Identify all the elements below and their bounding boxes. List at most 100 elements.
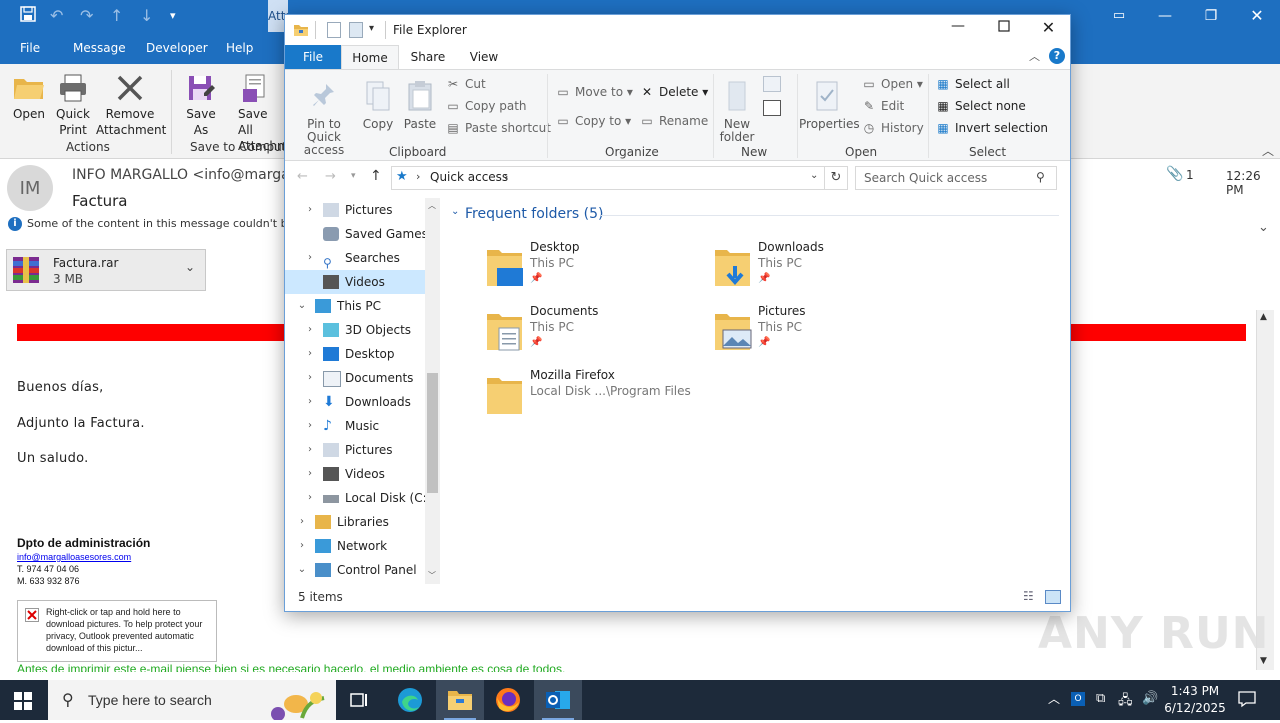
expand-chevron-icon[interactable]: › bbox=[295, 534, 309, 558]
help-icon[interactable]: ? bbox=[1049, 48, 1065, 64]
address-dropdown-icon[interactable]: ⌄ bbox=[810, 170, 818, 181]
task-view-icon[interactable] bbox=[336, 680, 384, 720]
tree-item-searches[interactable]: › ⚲ Searches bbox=[285, 246, 425, 270]
section-title[interactable]: Frequent folders (5) bbox=[465, 206, 604, 222]
tab-file[interactable]: File bbox=[20, 41, 40, 55]
expand-chevron-icon[interactable]: › bbox=[303, 486, 317, 510]
up-icon[interactable]: ↑ bbox=[110, 6, 123, 25]
tab-message[interactable]: Message bbox=[73, 41, 126, 55]
collapse-ribbon-icon[interactable]: ︿ bbox=[1029, 48, 1040, 64]
file-explorer-taskbar-icon[interactable] bbox=[436, 680, 484, 720]
tray-app-icon[interactable]: ⧉ bbox=[1096, 691, 1105, 706]
tree-item-pictures[interactable]: › Pictures bbox=[285, 198, 425, 222]
tree-item-music[interactable]: › ♪ Music bbox=[285, 414, 425, 438]
maximize-button[interactable] bbox=[981, 20, 1027, 44]
new-item-icon[interactable] bbox=[763, 76, 781, 92]
tree-item-videos[interactable]: Videos bbox=[285, 270, 425, 294]
move-to-button[interactable]: ▭ Move to ▾ bbox=[555, 82, 633, 102]
expand-chevron-icon[interactable]: › bbox=[303, 198, 317, 222]
signature-email-link[interactable]: info@margalloasesores.com bbox=[17, 552, 131, 562]
tree-item-libraries[interactable]: › Libraries bbox=[285, 510, 425, 534]
redo-icon[interactable]: ↷ bbox=[80, 6, 93, 25]
blocked-image-placeholder[interactable]: Right-click or tap and hold here to down… bbox=[17, 600, 217, 662]
ribbon-display-icon[interactable]: ▭ bbox=[1096, 0, 1142, 32]
open-button[interactable]: ▭ Open ▾ bbox=[861, 74, 923, 94]
folder-desktop[interactable]: Desktop This PC 📌 bbox=[485, 240, 695, 298]
tree-item-desktop[interactable]: › Desktop bbox=[285, 342, 425, 366]
notifications-icon[interactable] bbox=[1238, 690, 1256, 711]
tree-item-documents[interactable]: › Documents bbox=[285, 366, 425, 390]
expand-chevron-icon[interactable]: › bbox=[303, 390, 317, 414]
open-button[interactable]: Open bbox=[8, 70, 50, 122]
attachment-dropdown-icon[interactable]: ⌄ bbox=[185, 260, 195, 274]
collapse-chevron-icon[interactable]: ⌄ bbox=[295, 294, 309, 318]
tab-home[interactable]: Home bbox=[341, 45, 399, 71]
breadcrumb-chevron-icon[interactable]: › bbox=[504, 170, 508, 183]
properties-button[interactable]: Properties bbox=[799, 80, 860, 131]
close-button[interactable]: ✕ bbox=[1027, 18, 1070, 42]
windows-start-icon[interactable] bbox=[14, 692, 32, 713]
section-collapse-icon[interactable]: ⌄ bbox=[451, 206, 459, 217]
down-icon[interactable]: ↓ bbox=[140, 6, 153, 25]
refresh-icon[interactable]: ↻ bbox=[824, 166, 848, 190]
navigation-scrollbar[interactable]: ︿ ﹀ bbox=[425, 198, 440, 584]
address-bar[interactable]: ★ › Quick access › ⌄ bbox=[391, 166, 825, 190]
properties-qat-icon[interactable] bbox=[327, 22, 341, 38]
new-folder-qat-icon[interactable] bbox=[349, 22, 363, 38]
rename-button[interactable]: ▭ Rename bbox=[639, 111, 708, 131]
scroll-up-icon[interactable]: ▲ bbox=[1260, 312, 1267, 322]
clock[interactable]: 1:43 PM 6/12/2025 bbox=[1150, 683, 1240, 717]
show-hidden-icons[interactable]: ︿ bbox=[1048, 690, 1060, 707]
firefox-icon[interactable] bbox=[484, 680, 532, 720]
tree-item-videos-pc[interactable]: › Videos bbox=[285, 462, 425, 486]
tree-item-control-panel[interactable]: ⌄ Control Panel bbox=[285, 558, 425, 582]
copy-button[interactable]: Copy bbox=[361, 80, 395, 131]
tree-item-downloads[interactable]: › ⬇ Downloads bbox=[285, 390, 425, 414]
expand-chevron-icon[interactable]: › bbox=[303, 462, 317, 486]
search-input[interactable]: Type here to search bbox=[88, 692, 212, 708]
large-icons-view-icon[interactable] bbox=[1045, 590, 1061, 604]
network-icon[interactable]: 🖧 bbox=[1118, 691, 1133, 713]
folder-mozilla-firefox[interactable]: Mozilla Firefox Local Disk ...\Program F… bbox=[485, 368, 745, 426]
collapse-ribbon-icon[interactable]: ︿ bbox=[1262, 142, 1274, 159]
forward-icon[interactable]: → bbox=[325, 169, 336, 184]
tab-file[interactable]: File bbox=[285, 45, 341, 69]
tab-view[interactable]: View bbox=[459, 45, 509, 69]
select-none-button[interactable]: ▦ Select none bbox=[935, 96, 1025, 116]
folder-pictures[interactable]: Pictures This PC 📌 bbox=[713, 304, 923, 362]
paste-shortcut-button[interactable]: ▤ Paste shortcut bbox=[445, 118, 551, 138]
outlook-taskbar-icon[interactable] bbox=[534, 680, 582, 720]
scroll-up-icon[interactable]: ︿ bbox=[428, 200, 436, 211]
tree-item-3d-objects[interactable]: › 3D Objects bbox=[285, 318, 425, 342]
tree-item-this-pc[interactable]: ⌄ This PC bbox=[285, 294, 425, 318]
pin-quick-access-button[interactable]: Pin to Quick access bbox=[289, 82, 359, 157]
attachment-card[interactable]: Factura.rar 3 MB ⌄ bbox=[6, 249, 206, 291]
details-view-icon[interactable]: ☷ bbox=[1023, 589, 1034, 603]
up-icon[interactable]: ↑ bbox=[370, 168, 382, 184]
tab-help[interactable]: Help bbox=[226, 41, 253, 55]
tree-item-pictures-pc[interactable]: › Pictures bbox=[285, 438, 425, 462]
tree-item-saved-games[interactable]: Saved Games bbox=[285, 222, 428, 246]
delete-button[interactable]: ✕ Delete ▾ bbox=[639, 82, 708, 102]
easy-access-icon[interactable] bbox=[763, 100, 781, 116]
customize-qat-icon[interactable]: ▾ bbox=[170, 9, 176, 22]
customize-qat-icon[interactable]: ▾ bbox=[369, 23, 374, 34]
expand-chevron-icon[interactable]: › bbox=[303, 318, 317, 342]
undo-icon[interactable]: ↶ bbox=[50, 6, 63, 25]
recent-locations-icon[interactable]: ▾ bbox=[351, 171, 356, 181]
quick-print-button[interactable]: Quick Print bbox=[52, 70, 94, 138]
tree-item-network[interactable]: › Network bbox=[285, 534, 425, 558]
search-box[interactable]: Search Quick access ⚲ bbox=[855, 166, 1057, 190]
save-icon[interactable] bbox=[20, 6, 36, 26]
search-input[interactable]: Search Quick access bbox=[864, 171, 987, 185]
tree-item-local-disk[interactable]: › Local Disk (C:) bbox=[285, 486, 431, 510]
expand-chevron-icon[interactable]: › bbox=[303, 246, 317, 270]
select-all-button[interactable]: ▦ Select all bbox=[935, 74, 1010, 94]
save-as-button[interactable]: Save As bbox=[178, 70, 224, 138]
folder-documents[interactable]: Documents This PC 📌 bbox=[485, 304, 695, 362]
expand-chevron-icon[interactable]: › bbox=[303, 438, 317, 462]
collapse-chevron-icon[interactable]: ⌄ bbox=[295, 558, 309, 582]
sender-address[interactable]: INFO MARGALLO <info@margallo bbox=[72, 167, 306, 183]
copy-to-button[interactable]: ▭ Copy to ▾ bbox=[555, 111, 631, 131]
paste-button[interactable]: Paste bbox=[401, 80, 439, 131]
